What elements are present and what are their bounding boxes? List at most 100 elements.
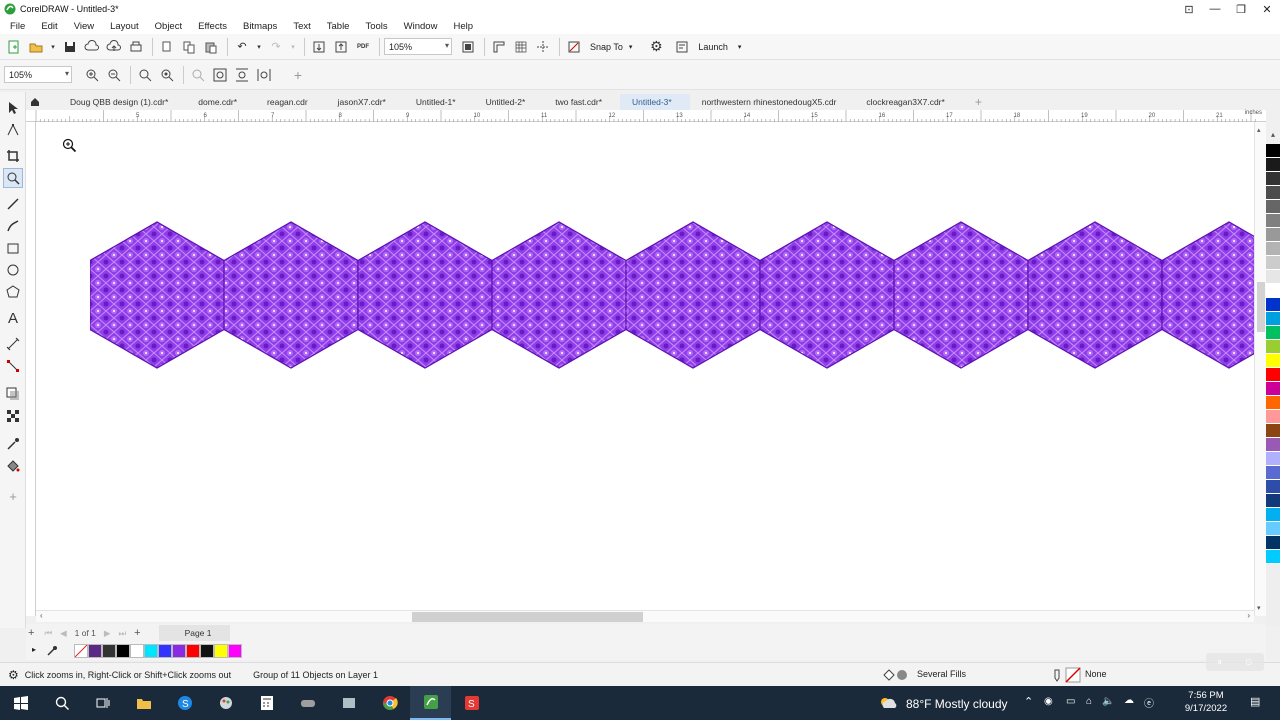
new-tab-plus-icon[interactable]: + xyxy=(963,94,1000,110)
menu-effects[interactable]: Effects xyxy=(198,21,227,32)
zoom-tool-icon[interactable] xyxy=(3,168,23,188)
horizontal-ruler[interactable]: 56789101112131415161718192021222324 inch… xyxy=(26,110,1266,122)
palette-swatch[interactable] xyxy=(1266,228,1280,242)
menu-window[interactable]: Window xyxy=(404,21,438,32)
palette-swatch[interactable] xyxy=(1266,536,1280,550)
polygon-tool-icon[interactable] xyxy=(3,282,23,302)
tab-untitled-1[interactable]: Untitled-1* xyxy=(404,94,474,110)
add-page-before-icon[interactable]: + xyxy=(28,627,34,639)
eyedropper-tool-icon[interactable] xyxy=(3,434,23,454)
palette-swatch[interactable] xyxy=(1266,410,1280,424)
add-tool-plus-icon[interactable]: + xyxy=(3,486,23,506)
palette-swatch[interactable] xyxy=(1266,480,1280,494)
last-page-icon[interactable]: ⏭ xyxy=(118,628,126,639)
weather-cloudy-icon[interactable] xyxy=(878,696,900,710)
open-dropdown-icon[interactable]: ▾ xyxy=(48,37,58,57)
palette-swatch[interactable] xyxy=(1266,522,1280,536)
hexagon-shape[interactable] xyxy=(491,221,627,369)
connector-tool-icon[interactable] xyxy=(3,356,23,376)
show-rulers-icon[interactable] xyxy=(489,37,509,57)
palette-swatch[interactable] xyxy=(1266,144,1280,158)
calculator-app-icon[interactable] xyxy=(246,686,287,720)
hexagon-shape[interactable] xyxy=(223,221,359,369)
palette-swatch[interactable] xyxy=(1266,340,1280,354)
scroll-down-arrow-icon[interactable]: ▾ xyxy=(1257,604,1261,612)
notifications-icon[interactable]: ▤ xyxy=(1250,695,1260,708)
document-swatch[interactable] xyxy=(130,644,144,658)
palette-swatch[interactable] xyxy=(1266,466,1280,480)
skype-icon[interactable]: S xyxy=(164,686,205,720)
hexagon-shape[interactable] xyxy=(893,221,1029,369)
hexagon-shape[interactable] xyxy=(1161,221,1254,369)
zoom-out-icon[interactable] xyxy=(104,65,124,85)
document-swatch[interactable] xyxy=(144,644,158,658)
palette-swatch[interactable] xyxy=(1266,172,1280,186)
crop-tool-icon[interactable] xyxy=(3,146,23,166)
parallel-dimension-tool-icon[interactable] xyxy=(3,334,23,354)
menu-layout[interactable]: Layout xyxy=(110,21,139,32)
next-page-icon[interactable]: ▶ xyxy=(104,628,111,639)
document-swatch[interactable] xyxy=(214,644,228,658)
launch-icon[interactable] xyxy=(672,37,692,57)
tab-clockreagan3x7[interactable]: clockreagan3X7.cdr* xyxy=(854,94,962,110)
tab-doug-qbb-design[interactable]: Doug QBB design (1).cdr* xyxy=(58,94,186,110)
add-page-after-icon[interactable]: + xyxy=(134,627,140,639)
cloud-upload-icon[interactable] xyxy=(104,37,124,57)
chrome-icon[interactable] xyxy=(369,686,410,720)
hexagon-shape[interactable] xyxy=(1027,221,1163,369)
show-grid-icon[interactable] xyxy=(511,37,531,57)
vertical-scrollbar[interactable]: ▴ ▾ xyxy=(1254,122,1266,616)
print-icon[interactable] xyxy=(126,37,146,57)
zoom-to-selected-icon[interactable] xyxy=(135,65,155,85)
palette-swatch[interactable] xyxy=(1266,508,1280,522)
open-folder-icon[interactable] xyxy=(26,37,46,57)
palette-swatch[interactable] xyxy=(1266,256,1280,270)
record-circle-icon[interactable]: ◉ xyxy=(1044,696,1053,707)
document-swatch[interactable] xyxy=(158,644,172,658)
volume-icon[interactable]: 🔈 xyxy=(1102,696,1114,707)
windows-start-icon[interactable] xyxy=(0,686,41,720)
document-swatch[interactable] xyxy=(102,644,116,658)
palette-swatch[interactable] xyxy=(1266,242,1280,256)
zoom-to-page-width-icon[interactable] xyxy=(210,65,230,85)
menu-help[interactable]: Help xyxy=(453,21,473,32)
palette-swatch[interactable] xyxy=(1266,354,1280,368)
rectangle-tool-icon[interactable] xyxy=(3,238,23,258)
copy-icon[interactable] xyxy=(179,37,199,57)
show-guidelines-icon[interactable] xyxy=(533,37,553,57)
zoom-to-all-objects-icon[interactable] xyxy=(157,65,177,85)
palette-swatch[interactable] xyxy=(1266,550,1280,564)
palette-swatch[interactable] xyxy=(1266,396,1280,410)
tab-untitled-2[interactable]: Untitled-2* xyxy=(474,94,544,110)
clock[interactable]: 7:56 PM 9/17/2022 xyxy=(1176,689,1236,715)
zoom-property-combo[interactable]: 105% ▾ xyxy=(4,66,72,83)
palette-swatch[interactable] xyxy=(1266,158,1280,172)
game-controller-icon[interactable] xyxy=(287,686,328,720)
zoom-level-combo[interactable]: 105% ▾ xyxy=(384,38,452,55)
camera-icon[interactable]: ⊙ xyxy=(1245,657,1253,668)
horizontal-scrollbar[interactable]: ‹ › xyxy=(36,610,1254,622)
previous-page-icon[interactable]: ◀ xyxy=(60,628,67,639)
first-page-icon[interactable]: ⏮ xyxy=(44,628,52,639)
file-explorer-icon[interactable] xyxy=(123,686,164,720)
document-swatch[interactable] xyxy=(74,644,88,658)
options-gear-icon[interactable]: ⚙ xyxy=(646,37,666,57)
search-icon[interactable] xyxy=(41,686,82,720)
hexagon-shape[interactable] xyxy=(625,221,761,369)
hexagon-shape[interactable] xyxy=(357,221,493,369)
restore-button[interactable]: ❐ xyxy=(1228,0,1254,18)
tab-two-fast[interactable]: two fast.cdr* xyxy=(543,94,620,110)
ellipse-tool-icon[interactable] xyxy=(3,260,23,280)
network-icon[interactable]: ⌂ xyxy=(1086,696,1092,707)
status-settings-gear-icon[interactable]: ⚙ xyxy=(8,668,19,682)
drawing-canvas[interactable] xyxy=(36,122,1254,610)
palette-swatch[interactable] xyxy=(1266,382,1280,396)
artistic-media-tool-icon[interactable] xyxy=(3,216,23,236)
new-document-icon[interactable] xyxy=(4,37,24,57)
tab-northwestern-rhinestone[interactable]: northwestern rhinestonedougX5.cdr xyxy=(690,94,855,110)
palette-swatch[interactable] xyxy=(1266,438,1280,452)
photos-app-icon[interactable] xyxy=(328,686,369,720)
palette-swatch[interactable] xyxy=(1266,494,1280,508)
recording-overlay[interactable]: ⏸ ⊙ xyxy=(1206,653,1264,671)
outline-indicator-icon[interactable] xyxy=(1052,667,1082,683)
